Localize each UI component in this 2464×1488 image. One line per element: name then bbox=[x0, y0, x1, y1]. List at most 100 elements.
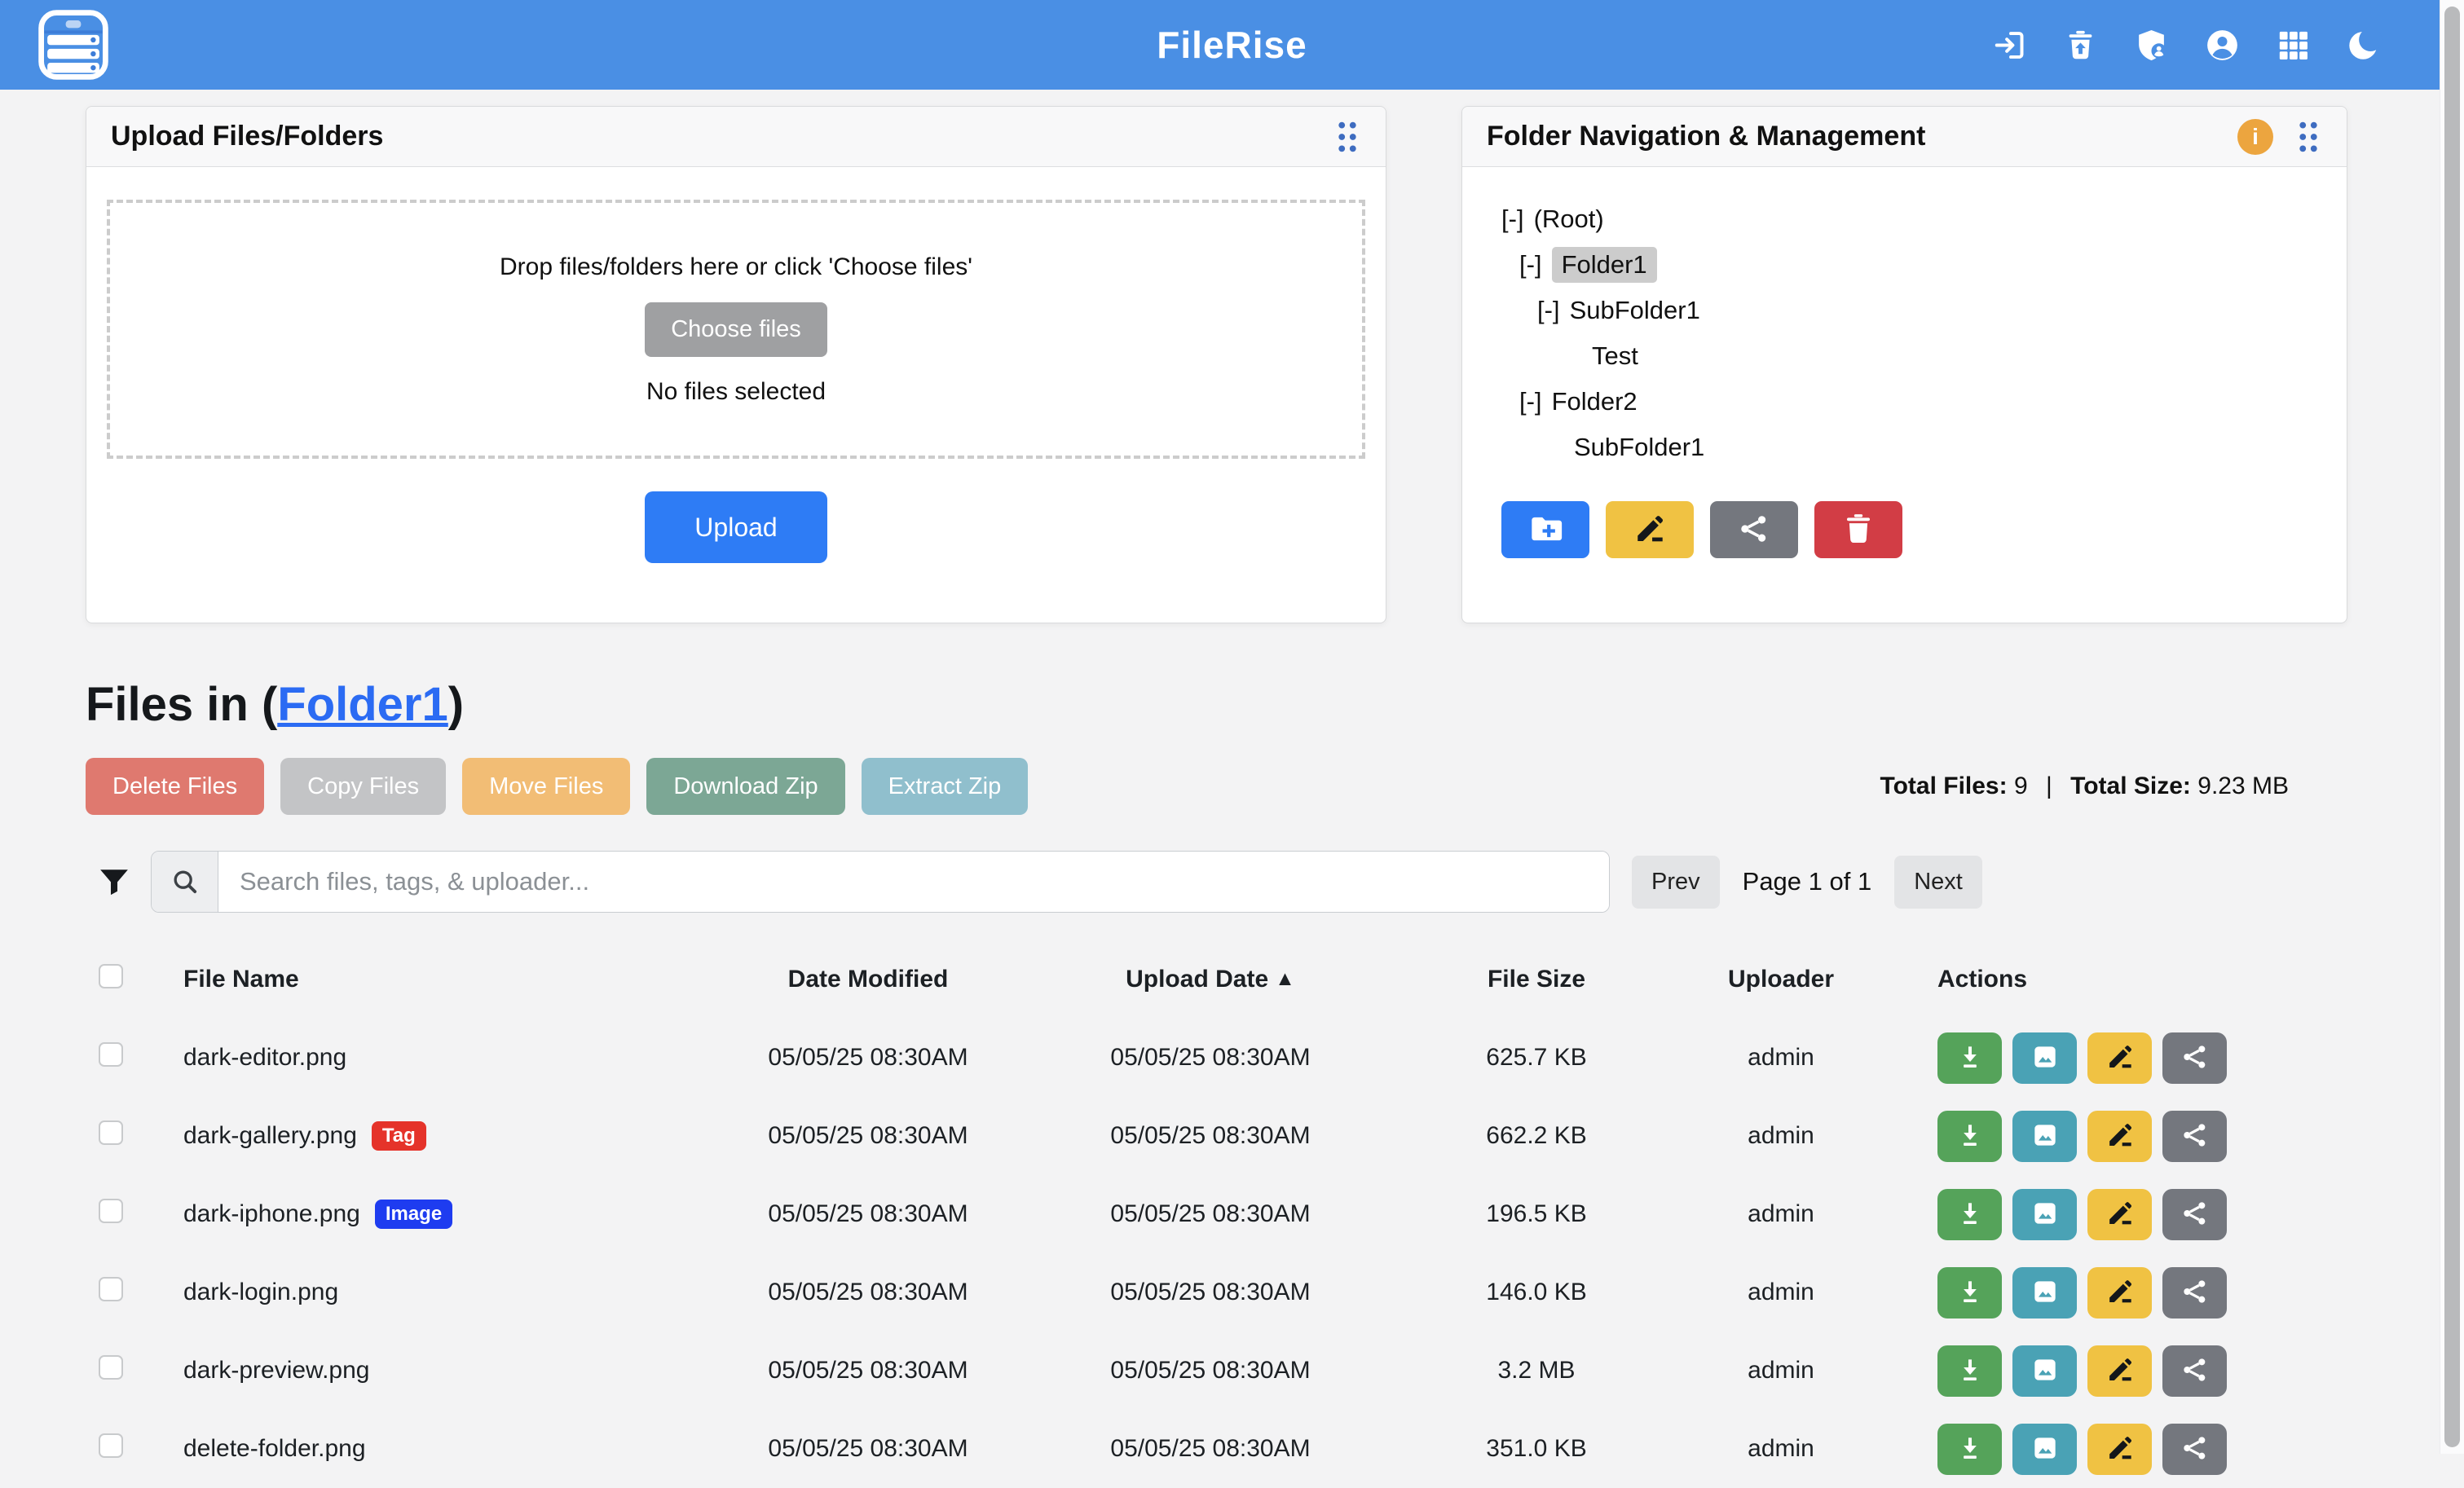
preview-image-button[interactable] bbox=[2012, 1424, 2077, 1475]
tree-label[interactable]: SubFolder1 bbox=[1574, 433, 1704, 462]
search-icon[interactable] bbox=[152, 852, 218, 912]
uploader: admin bbox=[1667, 1044, 1895, 1072]
rename-folder-button[interactable] bbox=[1606, 501, 1694, 558]
rename-icon bbox=[2104, 1041, 2136, 1076]
total-files-value: 9 bbox=[2014, 773, 2028, 799]
share-button[interactable] bbox=[2162, 1345, 2227, 1397]
prev-page-button[interactable]: Prev bbox=[1632, 856, 1720, 909]
preview-image-button[interactable] bbox=[2012, 1189, 2077, 1240]
filter-icon[interactable] bbox=[95, 863, 133, 900]
tree-label[interactable]: Folder1 bbox=[1552, 247, 1657, 283]
drag-handle-icon[interactable] bbox=[2294, 119, 2322, 155]
select-all-checkbox[interactable] bbox=[99, 964, 123, 988]
share-icon bbox=[2179, 1354, 2211, 1389]
logout-icon[interactable] bbox=[1991, 27, 2028, 64]
upload-button[interactable]: Upload bbox=[645, 491, 827, 563]
share-button[interactable] bbox=[2162, 1189, 2227, 1240]
download-button[interactable] bbox=[1937, 1111, 2002, 1162]
tree-toggle[interactable]: [-] bbox=[1519, 250, 1542, 280]
pagination: Prev Page 1 of 1 Next bbox=[1632, 856, 1982, 909]
download-button[interactable] bbox=[1937, 1267, 2002, 1319]
preview-image-button[interactable] bbox=[2012, 1345, 2077, 1397]
restore-trash-icon[interactable] bbox=[2062, 27, 2099, 64]
tree-label[interactable]: Folder2 bbox=[1552, 387, 1638, 416]
share-button[interactable] bbox=[2162, 1424, 2227, 1475]
row-checkbox[interactable] bbox=[99, 1355, 123, 1380]
tree-item-folder1[interactable]: [-] Folder1 bbox=[1462, 242, 2347, 288]
upload-card-title: Upload Files/Folders bbox=[111, 121, 383, 152]
scrollbar[interactable] bbox=[2440, 0, 2464, 1454]
rename-button[interactable] bbox=[2087, 1345, 2152, 1397]
share-button[interactable] bbox=[2162, 1267, 2227, 1319]
extract-zip-button[interactable]: Extract Zip bbox=[862, 758, 1029, 815]
share-button[interactable] bbox=[2162, 1032, 2227, 1084]
tree-label[interactable]: Test bbox=[1592, 341, 1638, 371]
file-name[interactable]: dark-iphone.pngImage bbox=[167, 1200, 721, 1229]
delete-files-button[interactable]: Delete Files bbox=[86, 758, 264, 815]
account-circle-icon[interactable] bbox=[2204, 27, 2241, 64]
delete-folder-button[interactable] bbox=[1814, 501, 1902, 558]
row-checkbox[interactable] bbox=[99, 1120, 123, 1145]
tree-toggle[interactable]: [-] bbox=[1519, 387, 1542, 416]
tree-item-folder2[interactable]: [-] Folder2 bbox=[1462, 379, 2347, 425]
share-folder-button[interactable] bbox=[1710, 501, 1798, 558]
apps-grid-icon[interactable] bbox=[2275, 27, 2312, 64]
download-button[interactable] bbox=[1937, 1345, 2002, 1397]
rename-button[interactable] bbox=[2087, 1032, 2152, 1084]
preview-image-button[interactable] bbox=[2012, 1032, 2077, 1084]
file-name[interactable]: dark-gallery.pngTag bbox=[167, 1121, 721, 1151]
search-group bbox=[151, 851, 1610, 913]
tree-item-test[interactable]: Test bbox=[1462, 333, 2347, 379]
col-header-upload-date[interactable]: Upload Date▲ bbox=[1015, 966, 1406, 993]
col-header-actions[interactable]: Actions bbox=[1895, 966, 2347, 993]
copy-files-button[interactable]: Copy Files bbox=[280, 758, 446, 815]
rename-button[interactable] bbox=[2087, 1189, 2152, 1240]
download-zip-button[interactable]: Download Zip bbox=[646, 758, 844, 815]
admin-shield-icon[interactable] bbox=[2133, 27, 2170, 64]
preview-image-button[interactable] bbox=[2012, 1111, 2077, 1162]
create-folder-button[interactable] bbox=[1501, 501, 1589, 558]
tree-toggle[interactable]: [-] bbox=[1537, 296, 1560, 325]
tree-item-subfolder1[interactable]: SubFolder1 bbox=[1462, 425, 2347, 470]
col-header-file-size[interactable]: File Size bbox=[1406, 966, 1667, 993]
rename-button[interactable] bbox=[2087, 1267, 2152, 1319]
download-button[interactable] bbox=[1937, 1424, 2002, 1475]
date-modified: 05/05/25 08:30AM bbox=[721, 1435, 1015, 1463]
tree-toggle[interactable]: [-] bbox=[1501, 205, 1524, 234]
share-button[interactable] bbox=[2162, 1111, 2227, 1162]
row-checkbox[interactable] bbox=[99, 1277, 123, 1301]
choose-files-button[interactable]: Choose files bbox=[645, 302, 827, 357]
download-button[interactable] bbox=[1937, 1032, 2002, 1084]
download-button[interactable] bbox=[1937, 1189, 2002, 1240]
dropzone[interactable]: Drop files/folders here or click 'Choose… bbox=[107, 200, 1365, 459]
tree-label[interactable]: SubFolder1 bbox=[1570, 296, 1700, 325]
search-input[interactable] bbox=[218, 852, 1609, 912]
tree-item-subfolder1[interactable]: [-] SubFolder1 bbox=[1462, 288, 2347, 333]
move-files-button[interactable]: Move Files bbox=[462, 758, 630, 815]
row-actions bbox=[1895, 1111, 2347, 1162]
tree-item-root[interactable]: [-] (Root) bbox=[1462, 196, 2347, 242]
no-files-text: No files selected bbox=[646, 378, 826, 406]
tree-label[interactable]: (Root) bbox=[1534, 205, 1604, 234]
next-page-button[interactable]: Next bbox=[1894, 856, 1982, 909]
row-checkbox[interactable] bbox=[99, 1199, 123, 1223]
file-name[interactable]: dark-login.png bbox=[167, 1279, 721, 1306]
scrollbar-thumb[interactable] bbox=[2444, 7, 2460, 1447]
row-checkbox[interactable] bbox=[99, 1042, 123, 1067]
rename-button[interactable] bbox=[2087, 1424, 2152, 1475]
preview-image-button[interactable] bbox=[2012, 1267, 2077, 1319]
dark-mode-moon-icon[interactable] bbox=[2346, 27, 2382, 64]
row-checkbox-cell bbox=[86, 1199, 167, 1230]
col-header-file-name[interactable]: File Name bbox=[167, 966, 721, 993]
file-name[interactable]: dark-editor.png bbox=[167, 1044, 721, 1072]
header-checkbox-cell bbox=[86, 964, 167, 995]
rename-button[interactable] bbox=[2087, 1111, 2152, 1162]
current-folder-link[interactable]: Folder1 bbox=[277, 678, 448, 731]
col-header-uploader[interactable]: Uploader bbox=[1667, 966, 1895, 993]
col-header-date-modified[interactable]: Date Modified bbox=[721, 966, 1015, 993]
file-name[interactable]: delete-folder.png bbox=[167, 1435, 721, 1463]
row-checkbox[interactable] bbox=[99, 1433, 123, 1458]
file-name[interactable]: dark-preview.png bbox=[167, 1357, 721, 1385]
drag-handle-icon[interactable] bbox=[1333, 119, 1361, 155]
info-icon[interactable]: i bbox=[2237, 119, 2273, 155]
